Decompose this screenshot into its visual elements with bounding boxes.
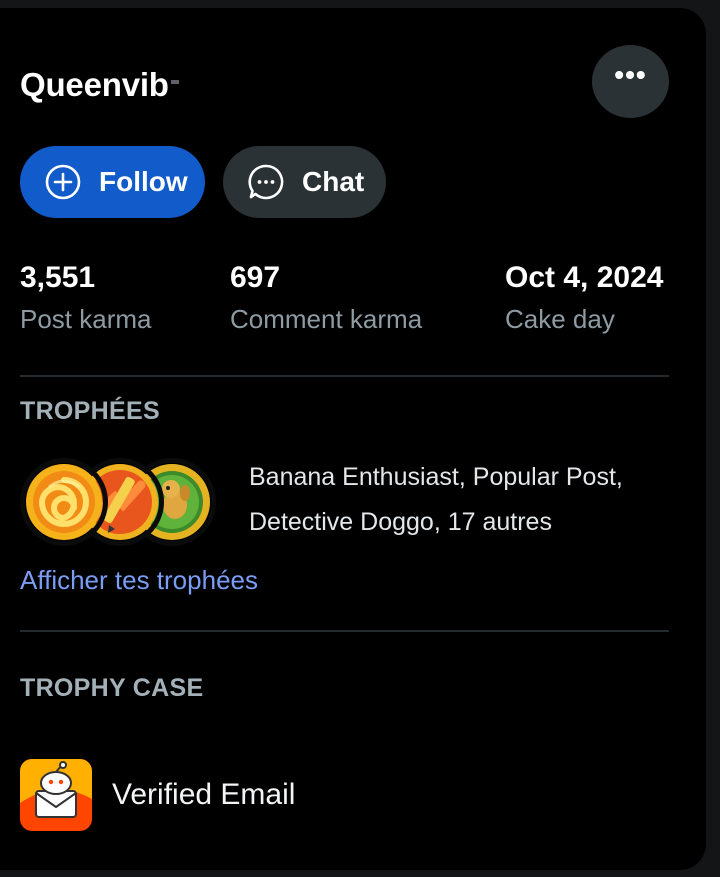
chat-bubble-icon	[247, 163, 285, 201]
cake-day-value: Oct 4, 2024	[505, 261, 664, 294]
username-heading: Queenvib	[20, 66, 179, 104]
post-karma-value: 3,551	[20, 261, 96, 294]
divider	[20, 630, 669, 632]
trophy-case-item-name: Verified Email	[112, 778, 296, 811]
post-karma-label: Post karma	[20, 304, 152, 334]
trophies-summary: Banana Enthusiast, Popular Post, Detecti…	[249, 455, 679, 545]
trophy-case-item[interactable]: Verified Email	[20, 758, 295, 832]
stat-post-karma: 3,551 Post karma	[20, 260, 152, 338]
trophy-case-section-title: TROPHY CASE	[20, 674, 204, 702]
comment-karma-label: Comment karma	[230, 304, 423, 334]
truncation-fade	[170, 80, 179, 84]
cake-day-label: Cake day	[505, 304, 615, 334]
trophy-icons-group[interactable]	[20, 458, 220, 548]
follow-label: Follow	[99, 166, 188, 197]
more-options-icon: •••	[614, 58, 647, 90]
trophies-summary-line-1: Banana Enthusiast, Popular Post,	[249, 463, 623, 491]
username-text: Queenvib	[20, 66, 169, 103]
trophies-section-title: TROPHÉES	[20, 397, 160, 425]
chat-button[interactable]: Chat	[223, 146, 386, 218]
follow-button[interactable]: Follow	[20, 146, 205, 218]
divider	[20, 375, 669, 377]
chat-label: Chat	[302, 166, 365, 197]
comment-karma-value: 697	[230, 261, 281, 294]
banana-enthusiast-icon	[20, 458, 108, 546]
plus-circle-icon	[44, 163, 82, 201]
trophies-summary-line-2: Detective Doggo, 17 autres	[249, 508, 552, 536]
stat-comment-karma: 697 Comment karma	[230, 260, 422, 338]
stat-cake-day: Oct 4, 2024 Cake day	[505, 260, 663, 338]
more-options-button[interactable]: •••	[592, 45, 669, 118]
profile-card: Queenvib ••• Follow Chat 3,551 Post karm…	[0, 8, 706, 870]
verified-email-icon	[20, 759, 92, 831]
view-trophies-link[interactable]: Afficher tes trophées	[20, 565, 258, 596]
